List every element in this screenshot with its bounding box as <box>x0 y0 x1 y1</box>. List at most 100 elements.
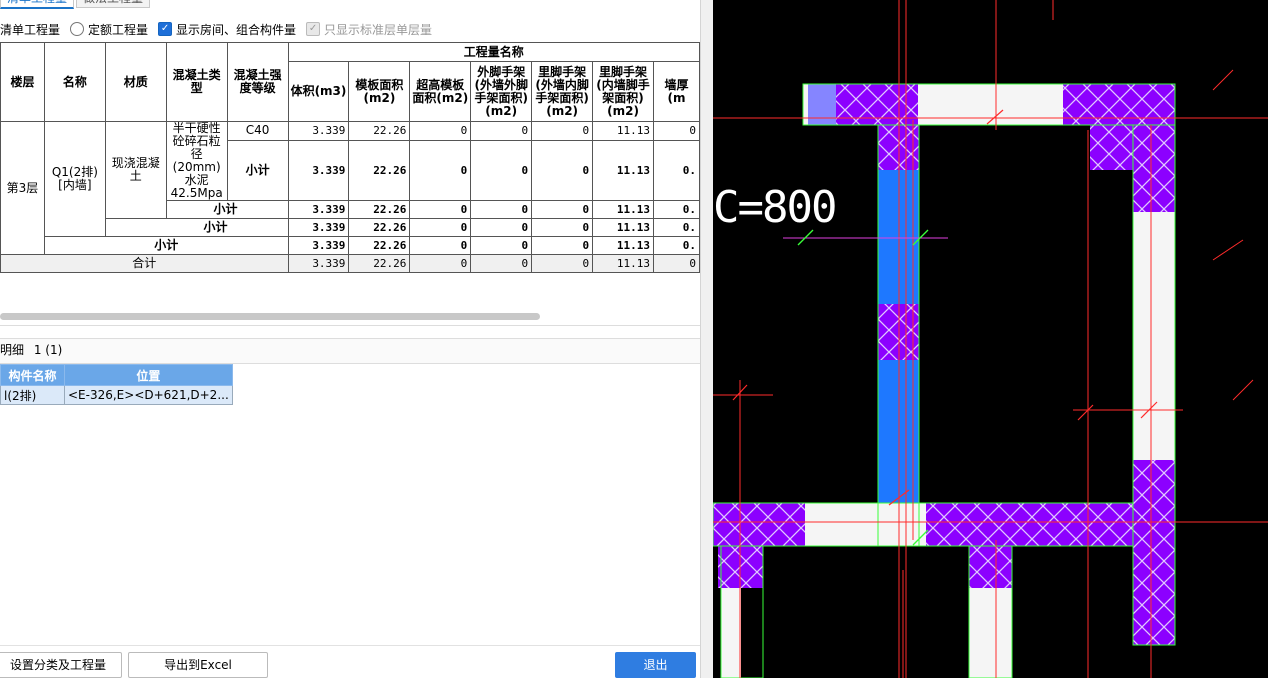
cell-position[interactable]: <E-326,E><D+621,D+2... <box>64 385 233 405</box>
checkbox-show-rooms-label: 显示房间、组合构件量 <box>176 22 297 37</box>
cell-value[interactable]: 0 <box>409 236 472 255</box>
column-hatched[interactable] <box>969 546 1012 588</box>
cell-value[interactable]: 0 <box>470 139 533 202</box>
cell-value[interactable]: 0 <box>470 218 533 237</box>
table-row[interactable]: l(2排) <E-326,E><D+621,D+2... <box>0 385 233 405</box>
cell-floor[interactable]: 第3层 <box>0 121 45 255</box>
cell-value[interactable]: 0 <box>470 236 533 255</box>
th-component-name[interactable]: 构件名称 <box>0 364 65 386</box>
cell-value[interactable]: 3.339 <box>287 236 350 255</box>
radio-dinge[interactable]: 定额工程量 <box>70 21 148 38</box>
column-hatched[interactable] <box>1063 84 1175 125</box>
splitter[interactable] <box>700 0 714 678</box>
th-concrete-grade[interactable]: 混凝土强度等级 <box>226 42 289 122</box>
cell-value[interactable]: 22.26 <box>348 218 411 237</box>
cell-value[interactable]: 11.13 <box>592 218 654 237</box>
cell-value[interactable]: 0 <box>409 139 472 202</box>
cell-value[interactable]: 0. <box>653 236 700 255</box>
detail-header: 明细 1 (1) <box>0 338 700 364</box>
cell-value[interactable]: 3.339 <box>287 200 350 219</box>
wall-top-blue-segment[interactable] <box>808 84 836 125</box>
table-row-subtotal[interactable]: 小计 3.339 22.26 0 0 0 11.13 0. <box>1 218 700 237</box>
cell-value[interactable]: 0 <box>531 218 594 237</box>
cad-drawing[interactable]: C=800 <box>713 0 1268 678</box>
checkbox-show-rooms[interactable]: ✓ 显示房间、组合构件量 <box>158 21 296 38</box>
cell-value[interactable]: 3.339 <box>287 218 350 237</box>
cell-value[interactable]: 11.13 <box>592 200 654 219</box>
cell-material[interactable]: 现浇混凝土 <box>104 121 167 219</box>
cell-value[interactable]: 22.26 <box>348 121 411 141</box>
radio-qingdan[interactable]: 清单工程量 <box>0 21 60 38</box>
cell-value[interactable]: 3.339 <box>287 121 350 141</box>
th-volume[interactable]: 体积(m3) <box>287 61 350 122</box>
th-formwork[interactable]: 模板面积(m2) <box>348 61 411 122</box>
wall-right[interactable] <box>1133 212 1175 460</box>
column-hatched[interactable] <box>1133 170 1175 212</box>
cell-concrete-type[interactable]: 半干硬性砼碎石粒径(20mm)水泥42.5Mpa <box>165 121 228 201</box>
cell-subtotal-label: 小计 <box>226 139 289 202</box>
th-material[interactable]: 材质 <box>104 42 167 122</box>
cell-value[interactable]: 22.26 <box>348 139 411 202</box>
quantity-panel: 清单工程量 做法工程量 清单工程量 定额工程量 ✓显示房间、组合构件量 ✓ 只显示… <box>0 0 700 678</box>
cell-value[interactable]: 0 <box>653 254 700 273</box>
wall-mid-bottom[interactable] <box>969 588 1012 678</box>
th-floor[interactable]: 楼层 <box>0 42 45 122</box>
horizontal-scrollbar[interactable] <box>0 313 540 320</box>
settings-button[interactable]: 设置分类及工程量 <box>0 652 122 678</box>
cell-value[interactable]: 0 <box>409 121 472 141</box>
th-concrete-type[interactable]: 混凝土类型 <box>165 42 228 122</box>
cell-value[interactable]: 3.339 <box>287 254 350 273</box>
tab-zuofa[interactable]: 做法工程量 <box>76 0 151 8</box>
exit-button[interactable]: 退出 <box>615 652 696 678</box>
checkbox-std-floor-label: 只显示标准层单层量 <box>324 22 433 37</box>
detail-title: 明细 <box>0 343 25 357</box>
cell-value[interactable]: 0 <box>409 200 472 219</box>
cell-value[interactable]: 0 <box>531 236 594 255</box>
cell-value[interactable]: 0 <box>531 121 594 141</box>
cell-value[interactable]: 0 <box>531 200 594 219</box>
cell-value[interactable]: 0 <box>409 218 472 237</box>
table-row-total[interactable]: 合计 3.339 22.26 0 0 0 11.13 0 <box>0 254 700 273</box>
wall-left-bottom[interactable] <box>721 588 741 678</box>
cell-name[interactable]: Q1(2排)[内墙] <box>43 121 106 237</box>
cad-view[interactable]: C=800 <box>713 0 1268 678</box>
cell-grade[interactable]: C40 <box>226 121 289 141</box>
export-excel-button[interactable]: 导出到Excel <box>128 652 268 678</box>
tab-qingdan[interactable]: 清单工程量 <box>0 0 75 9</box>
th-inner-wall-scaffold[interactable]: 里脚手架(内墙脚手架面积)(m2) <box>592 61 654 122</box>
th-inner-scaffold[interactable]: 里脚手架(外墙内脚手架面积)(m2) <box>531 61 594 122</box>
checkbox-checked-icon[interactable]: ✓ <box>158 22 173 36</box>
column-hatched[interactable] <box>1133 460 1175 645</box>
radio-dinge-circle[interactable] <box>70 22 85 36</box>
cell-value[interactable]: 11.13 <box>592 254 654 273</box>
cell-value[interactable]: 0 <box>470 121 533 141</box>
cell-value[interactable]: 0. <box>653 139 700 202</box>
cell-value[interactable]: 22.26 <box>348 200 411 219</box>
cell-value[interactable]: 0 <box>470 254 533 273</box>
tab-bar: 清单工程量 做法工程量 <box>0 0 152 9</box>
table-row-subtotal[interactable]: 小计 3.339 22.26 0 0 0 11.13 0. <box>1 236 700 255</box>
cell-value[interactable]: 0 <box>653 121 700 141</box>
column-hatched[interactable] <box>713 503 805 546</box>
th-position[interactable]: 位置 <box>64 364 233 386</box>
cell-value[interactable]: 0 <box>470 200 533 219</box>
cell-value[interactable]: 11.13 <box>592 236 654 255</box>
column-hatched[interactable] <box>926 503 1133 546</box>
cell-component-name[interactable]: l(2排) <box>0 385 65 405</box>
cell-subtotal-label: 小计 <box>104 218 289 237</box>
cell-value[interactable]: 22.26 <box>348 236 411 255</box>
cell-value[interactable]: 0. <box>653 218 700 237</box>
th-outer-scaffold[interactable]: 外脚手架(外墙外脚手架面积)(m2) <box>470 61 533 122</box>
cell-value[interactable]: 0 <box>409 254 472 273</box>
cell-value[interactable]: 11.13 <box>592 121 654 141</box>
table-row[interactable]: 第3层 Q1(2排)[内墙] 现浇混凝土 半干硬性砼碎石粒径(20mm)水泥42… <box>0 121 700 255</box>
cell-value[interactable]: 3.339 <box>287 139 350 202</box>
th-wall-thickness[interactable]: 墙厚(m <box>653 61 700 122</box>
th-high-formwork[interactable]: 超高模板面积(m2) <box>409 61 472 122</box>
cell-value[interactable]: 0 <box>531 139 594 202</box>
th-name[interactable]: 名称 <box>43 42 106 122</box>
cell-value[interactable]: 11.13 <box>592 139 654 202</box>
cell-value[interactable]: 22.26 <box>348 254 411 273</box>
cell-value[interactable]: 0. <box>653 200 700 219</box>
cell-value[interactable]: 0 <box>531 254 594 273</box>
